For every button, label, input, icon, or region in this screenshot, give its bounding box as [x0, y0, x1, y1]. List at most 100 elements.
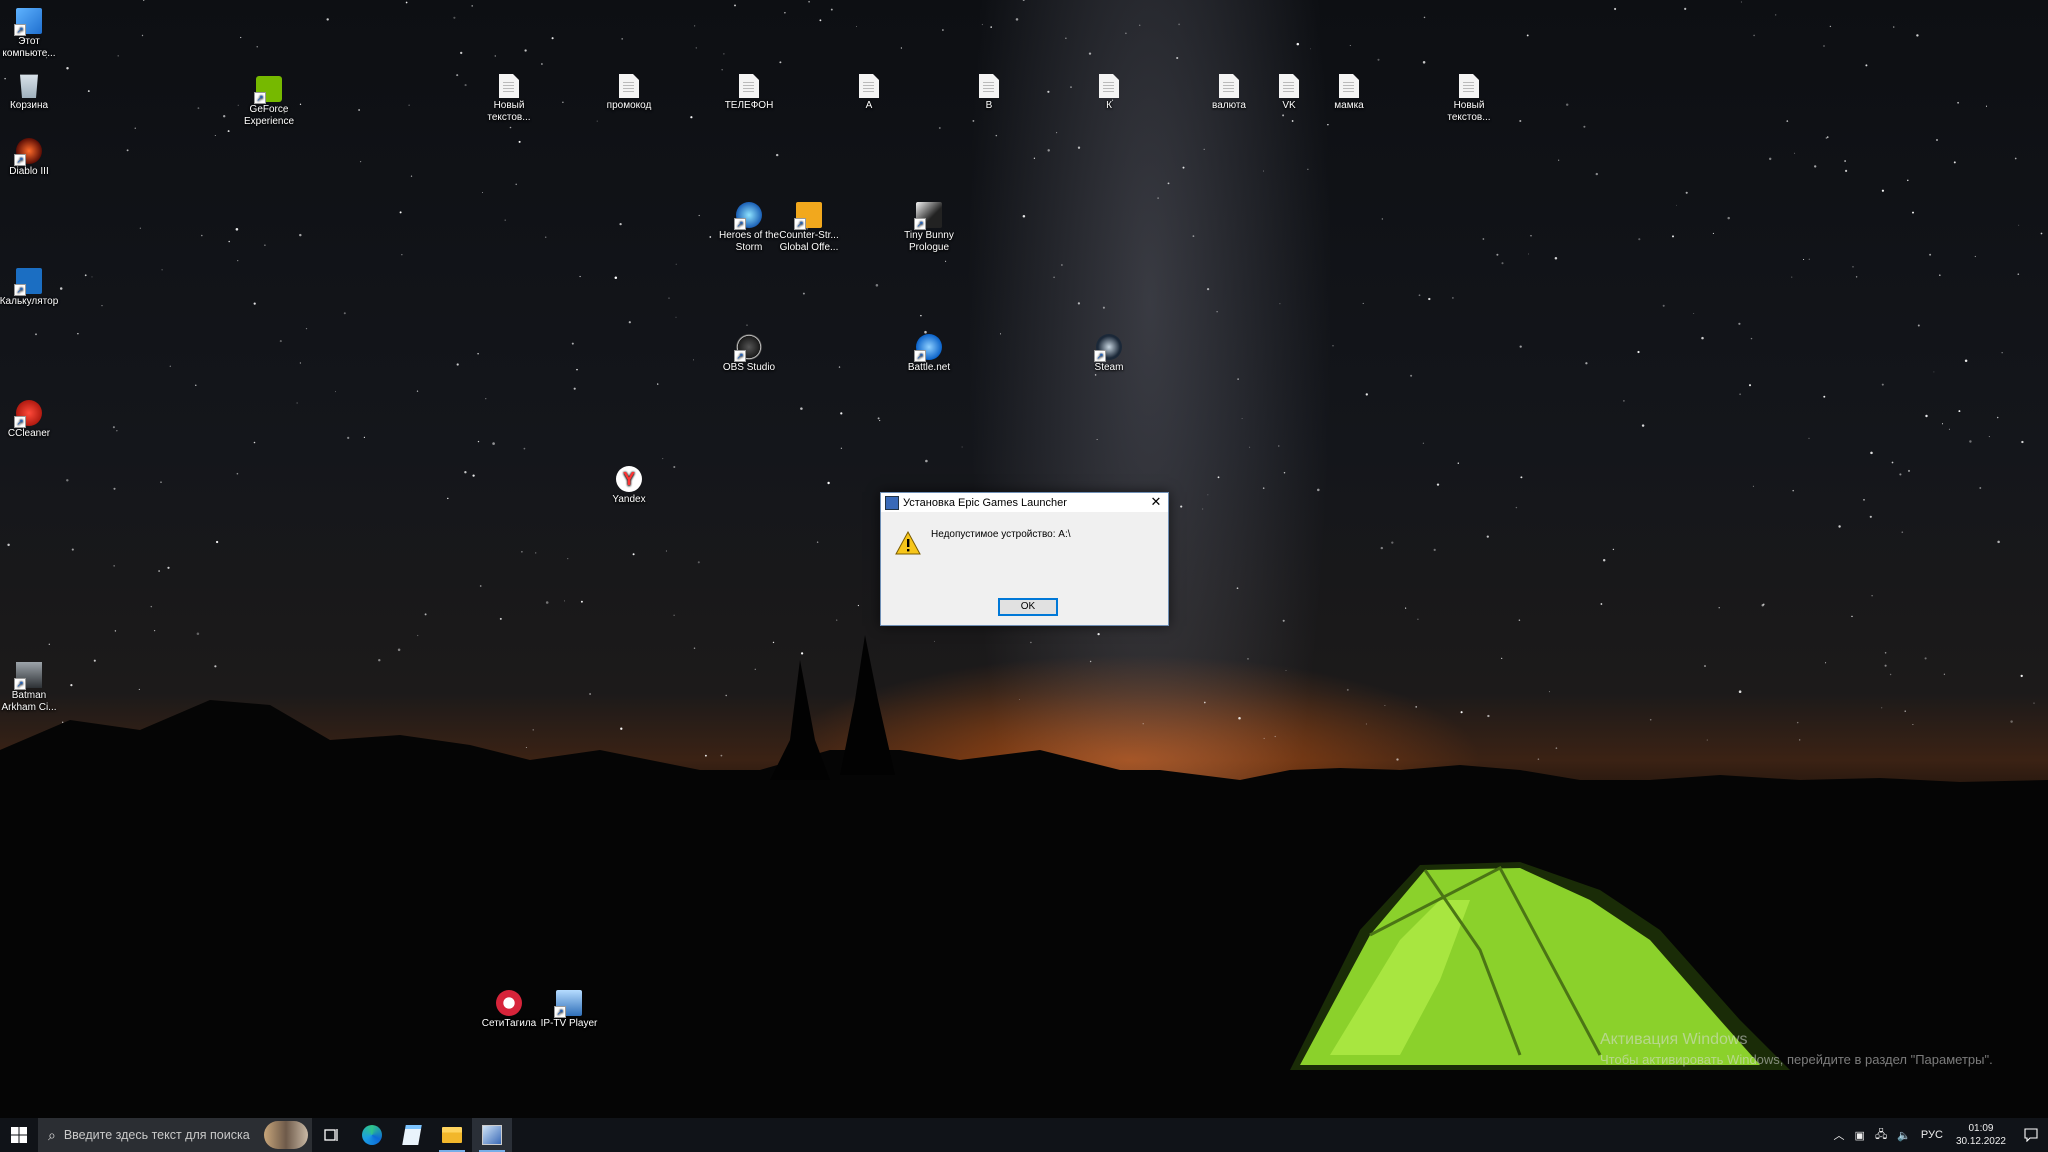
edge-button[interactable] [352, 1118, 392, 1152]
star [1823, 45, 1825, 47]
star [1786, 120, 1789, 122]
desktop-icon-doc-k[interactable]: К [1063, 74, 1155, 112]
task-view-button[interactable] [312, 1118, 352, 1152]
installer-taskbar-button[interactable] [472, 1118, 512, 1152]
desktop-icon-batman[interactable]: Batman Arkham Ci... [0, 662, 75, 714]
volume-icon[interactable]: 🔈 [1892, 1129, 1916, 1142]
star [1180, 505, 1183, 508]
star [518, 140, 521, 143]
show-hidden-icons-icon[interactable]: ︿ [1829, 1127, 1850, 1143]
language-indicator[interactable]: РУС [1916, 1129, 1948, 1141]
desktop-icon-steam[interactable]: Steam [1063, 334, 1155, 374]
star [1077, 146, 1081, 149]
star [1855, 276, 1858, 278]
star [84, 274, 87, 277]
star [551, 37, 554, 40]
desktop-icon-doc-a[interactable]: А [823, 74, 915, 112]
calculator-icon [14, 268, 42, 296]
star [515, 183, 517, 186]
star [1000, 333, 1001, 335]
network-icon[interactable]: 🖧 [1870, 1126, 1892, 1145]
desktop-icon-promokod[interactable]: промокод [583, 74, 675, 112]
star [972, 119, 975, 122]
star [632, 553, 635, 556]
desktop-icon-yandex[interactable]: Y Yandex [583, 466, 675, 506]
star [596, 120, 598, 122]
clock[interactable]: 01:09 30.12.2022 [1948, 1122, 2014, 1148]
star [1739, 393, 1741, 396]
desktop-icon-new-text-1[interactable]: Новый текстов... [463, 74, 555, 124]
star [1727, 216, 1730, 220]
star [1791, 276, 1793, 278]
installer-icon [482, 1125, 502, 1145]
star [358, 109, 360, 111]
star [2014, 157, 2017, 160]
batman-icon [14, 662, 42, 690]
star [1869, 515, 1872, 518]
tiny-bunny-icon [914, 202, 942, 230]
desktop-icon-iptv[interactable]: IP-TV Player [523, 990, 615, 1030]
star [942, 29, 944, 31]
desktop-icon-doc-v[interactable]: В [943, 74, 1035, 112]
star [1693, 313, 1695, 314]
star [169, 365, 171, 367]
desktop-icon-new-text-2[interactable]: Новый текстов... [1423, 74, 1515, 124]
star [7, 543, 10, 547]
search-placeholder: Введите здесь текст для поиска [63, 1128, 250, 1142]
star [875, 284, 879, 287]
steam-icon [1094, 334, 1122, 362]
star [1519, 345, 1522, 348]
star [299, 362, 302, 364]
star [2018, 224, 2020, 226]
desktop-icon-csgo[interactable]: Counter-Str... Global Offe... [763, 202, 855, 254]
notepad-button[interactable] [392, 1118, 432, 1152]
desktop-icon-tiny-bunny[interactable]: Tiny Bunny Prologue [883, 202, 975, 254]
star [1022, 214, 1026, 218]
desktop-icon-telefon[interactable]: ТЕЛЕФОН [703, 74, 795, 112]
star [838, 366, 841, 368]
dialog-titlebar[interactable]: Установка Epic Games Launcher ✕ [881, 493, 1168, 512]
yandex-icon: Y [616, 466, 642, 492]
close-button[interactable]: ✕ [1148, 494, 1164, 510]
desktop-icon-geforce[interactable]: GeForce Experience [223, 76, 315, 128]
device-icon[interactable]: ▣ [1850, 1129, 1870, 1142]
star [240, 36, 242, 39]
star [1077, 302, 1081, 305]
text-document-icon [739, 74, 759, 98]
activation-watermark: Активация Windows Чтобы активировать Win… [1600, 1030, 1993, 1070]
desktop-icon-this-pc[interactable]: Этот компьюте... [0, 8, 75, 60]
star [401, 254, 403, 256]
star [856, 26, 857, 28]
search-box[interactable]: ⌕ Введите здесь текст для поиска [38, 1118, 312, 1152]
star [1436, 483, 1440, 486]
desktop-icon-recycle-bin[interactable]: Корзина [0, 72, 75, 112]
star [877, 417, 880, 420]
star [1870, 451, 1873, 455]
desktop-icon-mamka[interactable]: мамка [1303, 74, 1395, 112]
desktop-icon-ccleaner[interactable]: CCleaner [0, 400, 75, 440]
star [253, 302, 256, 305]
star [1102, 306, 1105, 309]
star [2017, 273, 2020, 276]
star [690, 116, 693, 119]
star [1974, 255, 1976, 258]
star [1676, 204, 1677, 206]
desktop-icon-battlenet[interactable]: Battle.net [883, 334, 975, 374]
star [117, 55, 119, 57]
star [1957, 101, 1960, 104]
start-button[interactable] [0, 1118, 38, 1152]
installer-icon [885, 495, 899, 510]
star [1216, 311, 1218, 313]
desktop-icon-obs[interactable]: OBS Studio [703, 334, 795, 374]
star [161, 269, 163, 271]
star [1662, 304, 1665, 307]
star [1685, 191, 1688, 194]
star [113, 487, 116, 490]
desktop-icon-calculator[interactable]: Калькулятор [0, 268, 75, 308]
star [2040, 232, 2043, 235]
star [1047, 90, 1050, 93]
ok-button[interactable]: OK [998, 598, 1058, 616]
desktop-icon-diablo[interactable]: Diablo III [0, 138, 75, 178]
notifications-button[interactable] [2014, 1128, 2048, 1142]
file-explorer-button[interactable] [432, 1118, 472, 1152]
